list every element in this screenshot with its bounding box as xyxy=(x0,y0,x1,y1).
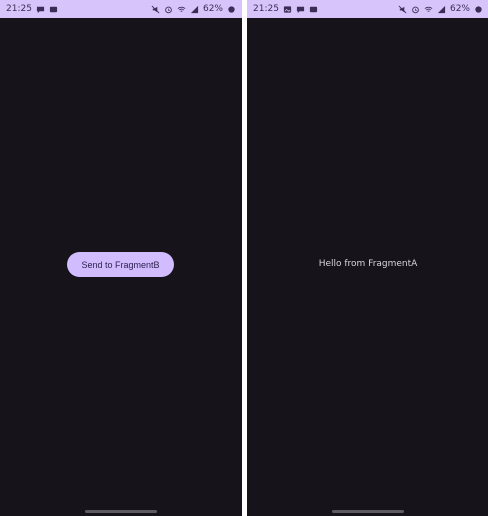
status-bar: 21:25 62% xyxy=(0,0,242,18)
battery-icon xyxy=(227,5,236,14)
notification-icon xyxy=(49,5,58,14)
image-icon xyxy=(283,5,292,14)
battery-icon xyxy=(474,5,483,14)
phone-screen-fragment-a: 21:25 62% Send to FragmentB xyxy=(0,0,242,516)
status-left: 21:25 xyxy=(6,4,58,14)
mute-icon xyxy=(151,5,160,14)
alarm-icon xyxy=(411,5,420,14)
battery-percent: 62% xyxy=(202,4,223,14)
wifi-icon xyxy=(424,5,433,14)
phone-screen-fragment-b: 21:25 62% Hello from FragmentA xyxy=(247,0,488,516)
wifi-icon xyxy=(177,5,186,14)
status-time: 21:25 xyxy=(253,4,279,14)
notification-icon xyxy=(309,5,318,14)
status-bar: 21:25 62% xyxy=(247,0,488,18)
signal-icon xyxy=(190,5,199,14)
message-icon xyxy=(296,5,305,14)
battery-percent: 62% xyxy=(449,4,470,14)
received-message-text: Hello from FragmentA xyxy=(318,259,418,269)
gesture-nav-handle[interactable] xyxy=(85,510,157,513)
signal-icon xyxy=(437,5,446,14)
status-left: 21:25 xyxy=(253,4,318,14)
status-right: 62% xyxy=(151,4,236,14)
status-time: 21:25 xyxy=(6,4,32,14)
gesture-nav-handle[interactable] xyxy=(332,510,404,513)
message-icon xyxy=(36,5,45,14)
mute-icon xyxy=(398,5,407,14)
send-to-fragmentb-button[interactable]: Send to FragmentB xyxy=(67,252,174,277)
alarm-icon xyxy=(164,5,173,14)
status-right: 62% xyxy=(398,4,483,14)
